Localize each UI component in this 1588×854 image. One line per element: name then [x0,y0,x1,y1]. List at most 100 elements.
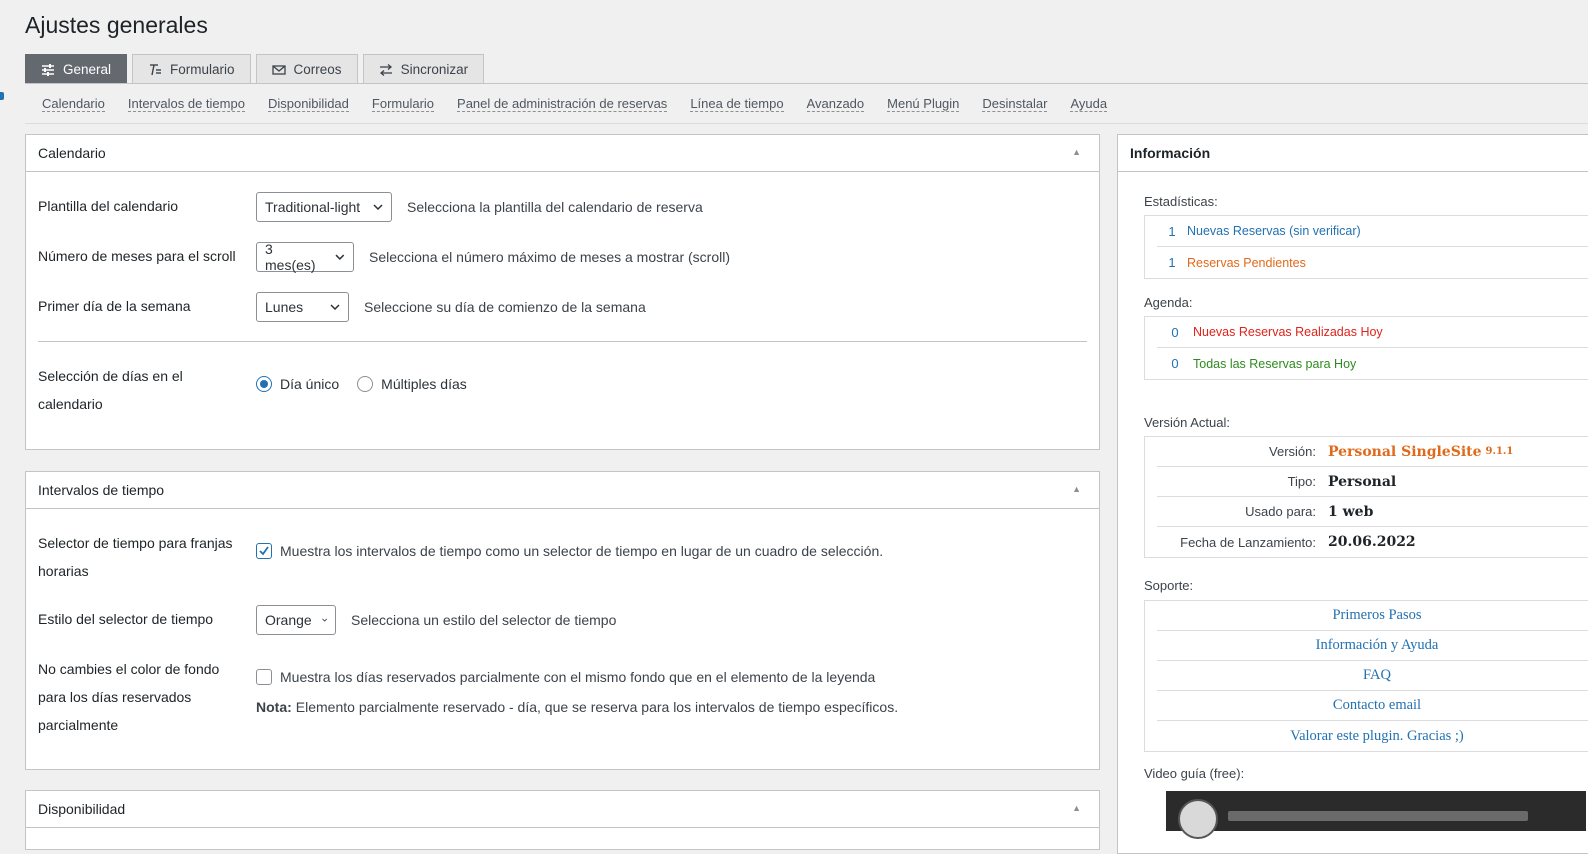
template-select[interactable]: Traditional-light [256,192,392,222]
agenda-today-all-link[interactable]: Todas las Reservas para Hoy [1193,357,1356,371]
agenda-today-all-row[interactable]: 0 Todas las Reservas para Hoy [1157,348,1588,379]
selection-label: Selección de días en el calendario [38,368,183,412]
support-link-valorar[interactable]: Valorar este plugin. Gracias ;) [1157,721,1588,751]
disponibilidad-panel-title: Disponibilidad [38,801,126,817]
subnav-linea-tiempo[interactable]: Línea de tiempo [690,96,784,112]
firstday-desc: Seleccione su día de comienzo de la sema… [364,299,646,315]
agenda-label: Agenda: [1144,295,1193,310]
tab-formulario[interactable]: Formulario [132,54,251,84]
tab-sincronizar[interactable]: Sincronizar [362,54,485,84]
subnav-avanzado[interactable]: Avanzado [806,96,865,112]
video-channel-avatar-icon [1178,799,1218,839]
template-label: Plantilla del calendario [38,198,179,214]
stats-new-count: 1 [1168,223,1176,239]
picker-label: Selector de tiempo para franjas horarias [38,535,233,579]
picker-desc: Muestra los intervalos de tiempo como un… [280,543,884,559]
collapse-arrow-icon[interactable]: ▲ [1072,147,1081,157]
style-select[interactable]: Orange [256,605,336,635]
radio-multiples-dias-circle[interactable] [357,376,374,392]
firstday-select[interactable]: Lunes [256,292,349,322]
picker-checkbox[interactable] [256,543,272,559]
chevron-down-icon [330,304,340,310]
months-select-value: 3 mes(es) [265,241,316,273]
bg-checkbox[interactable] [256,669,272,685]
support-link-contacto[interactable]: Contacto email [1157,691,1588,721]
calendario-panel-title: Calendario [38,145,106,161]
type-value: Personal [1328,473,1397,490]
subnav-panel-admin[interactable]: Panel de administración de reservas [457,96,668,112]
stats-new-row[interactable]: 1 Nuevas Reservas (sin verificar) [1157,216,1588,247]
calendario-panel-header[interactable]: Calendario ▲ [26,135,1099,172]
release-row: Fecha de Lanzamiento: 20.06.2022 [1157,527,1588,557]
collapse-arrow-icon[interactable]: ▲ [1072,803,1081,813]
tab-correos[interactable]: Correos [255,54,358,84]
radio-dia-unico[interactable]: Día único [256,376,339,392]
subnav-ayuda[interactable]: Ayuda [1070,96,1108,112]
tab-correos-label: Correos [293,62,342,77]
stats-new-link[interactable]: Nuevas Reservas (sin verificar) [1187,224,1361,238]
collapse-arrow-icon[interactable]: ▲ [1072,484,1081,494]
stats-pending-link[interactable]: Reservas Pendientes [1187,256,1306,270]
support-link-primeros-pasos[interactable]: Primeros Pasos [1157,601,1588,631]
tab-bar: General Formulario Correos Sincronizar [25,54,485,84]
disponibilidad-panel-header[interactable]: Disponibilidad ▲ [26,791,1099,828]
subnav-formulario[interactable]: Formulario [371,96,435,112]
disponibilidad-panel: Disponibilidad ▲ [25,790,1100,850]
style-desc: Selecciona un estilo del selector de tie… [351,612,617,628]
page-title: Ajustes generales [25,12,208,38]
version-box: Versión: Personal SingleSite 9.1.1 Tipo:… [1144,436,1588,558]
info-panel-title: Información [1130,145,1211,161]
used-key: Usado para: [1245,504,1316,519]
used-row: Usado para: 1 web [1157,497,1588,527]
subnav-intervalos[interactable]: Intervalos de tiempo [127,96,245,112]
checkmark-icon [259,546,269,556]
calendario-divider [38,341,1087,342]
support-link-faq[interactable]: FAQ [1157,661,1588,691]
template-desc: Selecciona la plantilla del calendario d… [407,199,703,215]
video-thumbnail[interactable] [1166,791,1586,839]
subnav-desinstalar[interactable]: Desinstalar [982,96,1048,112]
months-desc: Selecciona el número máximo de meses a m… [369,249,731,265]
sliders-icon [42,63,54,76]
video-title-bar [1228,811,1528,821]
support-label: Soporte: [1144,578,1194,593]
stats-pending-count: 1 [1168,255,1176,270]
version-value: Personal SingleSite [1328,443,1482,460]
radio-multiples-dias[interactable]: Múltiples días [357,376,467,392]
intervalos-panel-header[interactable]: Intervalos de tiempo ▲ [26,472,1099,509]
agenda-today-all-count: 0 [1171,356,1179,371]
radio-dia-unico-circle[interactable] [256,376,272,392]
subnav-disponibilidad[interactable]: Disponibilidad [267,96,349,112]
used-value: 1 web [1328,503,1374,520]
agenda-today-new-count: 0 [1171,324,1179,340]
note-bold: Nota: [256,699,292,715]
months-label: Número de meses para el scroll [38,248,236,264]
style-label: Estilo del selector de tiempo [38,611,214,627]
type-row: Tipo: Personal [1157,467,1588,497]
release-key: Fecha de Lanzamiento: [1180,534,1316,550]
admin-menu-accent [0,92,4,100]
agenda-today-new-row[interactable]: 0 Nuevas Reservas Realizadas Hoy [1157,317,1588,348]
support-box: Primeros Pasos Información y Ayuda FAQ C… [1144,600,1588,752]
info-panel: Información Estadísticas: 1 Nuevas Reser… [1117,134,1588,854]
subnav-calendario[interactable]: Calendario [42,96,105,112]
video-label: Video guía (free): [1144,766,1245,781]
stats-pending-row[interactable]: 1 Reservas Pendientes [1157,247,1588,278]
version-key: Versión: [1269,444,1316,459]
sync-arrows-icon [379,63,392,76]
agenda-box: 0 Nuevas Reservas Realizadas Hoy 0 Todas… [1144,316,1588,380]
type-key: Tipo: [1287,474,1316,489]
release-value: 20.06.2022 [1328,534,1416,550]
bg-label: No cambies el color de fondo para los dí… [38,661,220,733]
note-text: Elemento parcialmente reservado - día, q… [295,699,899,715]
support-link-info-ayuda[interactable]: Información y Ayuda [1157,631,1588,661]
tab-general[interactable]: General [25,54,128,84]
agenda-today-new-link[interactable]: Nuevas Reservas Realizadas Hoy [1193,325,1383,339]
version-number: 9.1.1 [1485,446,1514,457]
subnav-menu-plugin[interactable]: Menú Plugin [887,96,960,112]
months-select[interactable]: 3 mes(es) [256,241,354,273]
firstday-label: Primer día de la semana [38,298,191,314]
info-panel-header[interactable]: Información [1118,135,1588,172]
version-row: Versión: Personal SingleSite 9.1.1 [1157,437,1588,467]
envelope-icon [271,64,286,75]
